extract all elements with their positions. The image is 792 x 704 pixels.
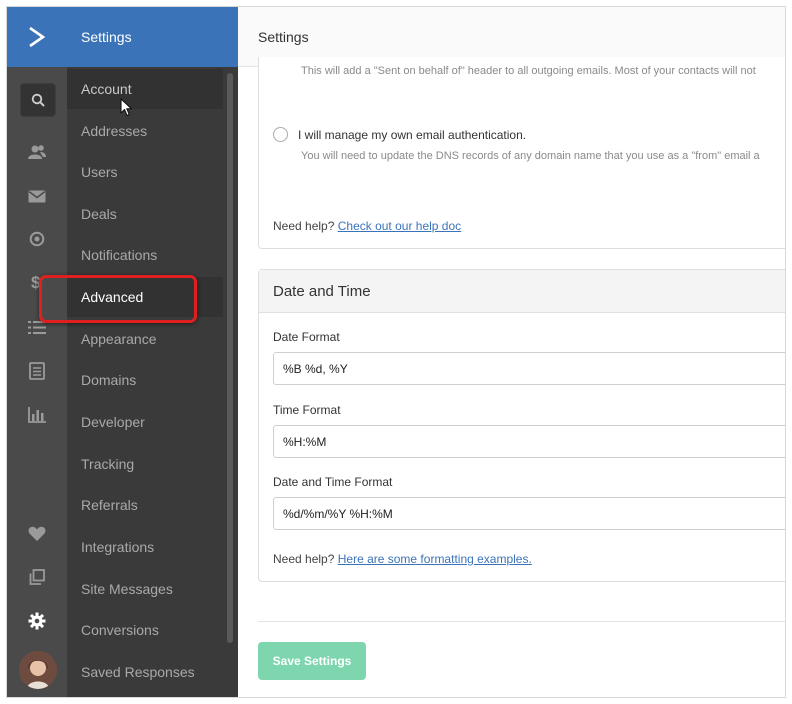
mail-icon[interactable] [7, 179, 67, 213]
mouse-cursor-icon [120, 98, 133, 117]
nav-item-saved-responses[interactable]: Saved Responses [67, 652, 223, 692]
contacts-icon[interactable] [7, 135, 67, 169]
nav-scrollbar[interactable] [227, 73, 233, 643]
nav-item-site-messages[interactable]: Site Messages [67, 569, 223, 609]
time-format-input[interactable]: %H:%M [273, 425, 785, 458]
manage-own-auth-desc: You will need to update the DNS records … [301, 150, 760, 162]
format-help-prefix: Need help? [273, 552, 335, 566]
nav-item-users[interactable]: Users [67, 152, 223, 192]
date-time-format-input[interactable]: %d/%m/%Y %H:%M [273, 497, 785, 530]
date-time-card: Date and Time Date Format %B %d, %Y Time… [258, 269, 785, 582]
date-time-format-label: Date and Time Format [273, 475, 393, 489]
nav-item-deals[interactable]: Deals [67, 194, 223, 234]
nav-item-appearance[interactable]: Appearance [67, 319, 223, 359]
gear-icon[interactable] [7, 604, 67, 638]
nav-item-addresses[interactable]: Addresses [67, 111, 223, 151]
divider [258, 621, 785, 622]
manage-own-auth-label[interactable]: I will manage my own email authenticatio… [298, 128, 526, 142]
heart-icon[interactable] [7, 517, 67, 551]
email-auth-card: This will add a "Sent on behalf of" head… [258, 57, 785, 249]
nav-item-notifications[interactable]: Notifications [67, 235, 223, 275]
main-panel: Settings This will add a "Sent on behalf… [238, 7, 785, 697]
bar-chart-icon[interactable] [7, 398, 67, 432]
time-format-label: Time Format [273, 403, 341, 417]
nav-item-tracking[interactable]: Tracking [67, 444, 223, 484]
nav-item-conversions[interactable]: Conversions [67, 610, 223, 650]
search-button[interactable] [20, 83, 56, 117]
logo-chevron-icon[interactable] [7, 7, 67, 67]
nav-title: Settings [67, 7, 238, 67]
nav-item-referrals[interactable]: Referrals [67, 485, 223, 525]
nav-item-domains[interactable]: Domains [67, 360, 223, 400]
format-help-link[interactable]: Here are some formatting examples. [338, 552, 532, 566]
sent-on-behalf-text: This will add a "Sent on behalf of" head… [301, 65, 756, 77]
target-icon[interactable] [7, 222, 67, 256]
icon-rail: $ [7, 7, 67, 697]
nav-item-integrations[interactable]: Integrations [67, 527, 223, 567]
document-icon[interactable] [7, 354, 67, 388]
date-format-label: Date Format [273, 330, 340, 344]
copy-icon[interactable] [7, 560, 67, 594]
nav-item-developer[interactable]: Developer [67, 402, 223, 442]
app-window: $ Settings Account Addresses Users Deals… [6, 6, 786, 698]
nav-item-account[interactable]: Account [67, 69, 223, 109]
avatar[interactable] [19, 651, 57, 689]
auth-help-prefix: Need help? [273, 219, 335, 233]
date-time-section-title: Date and Time [259, 270, 785, 313]
manage-own-auth-radio[interactable] [273, 127, 288, 142]
search-icon [31, 93, 45, 107]
date-format-input[interactable]: %B %d, %Y [273, 352, 785, 385]
format-help: Need help? Here are some formatting exam… [273, 552, 532, 566]
settings-nav: Settings Account Addresses Users Deals N… [67, 7, 238, 697]
save-settings-button[interactable]: Save Settings [258, 642, 366, 680]
auth-help: Need help? Check out our help doc [273, 219, 461, 233]
auth-help-link[interactable]: Check out our help doc [338, 219, 461, 233]
highlight-annotation [39, 275, 197, 323]
